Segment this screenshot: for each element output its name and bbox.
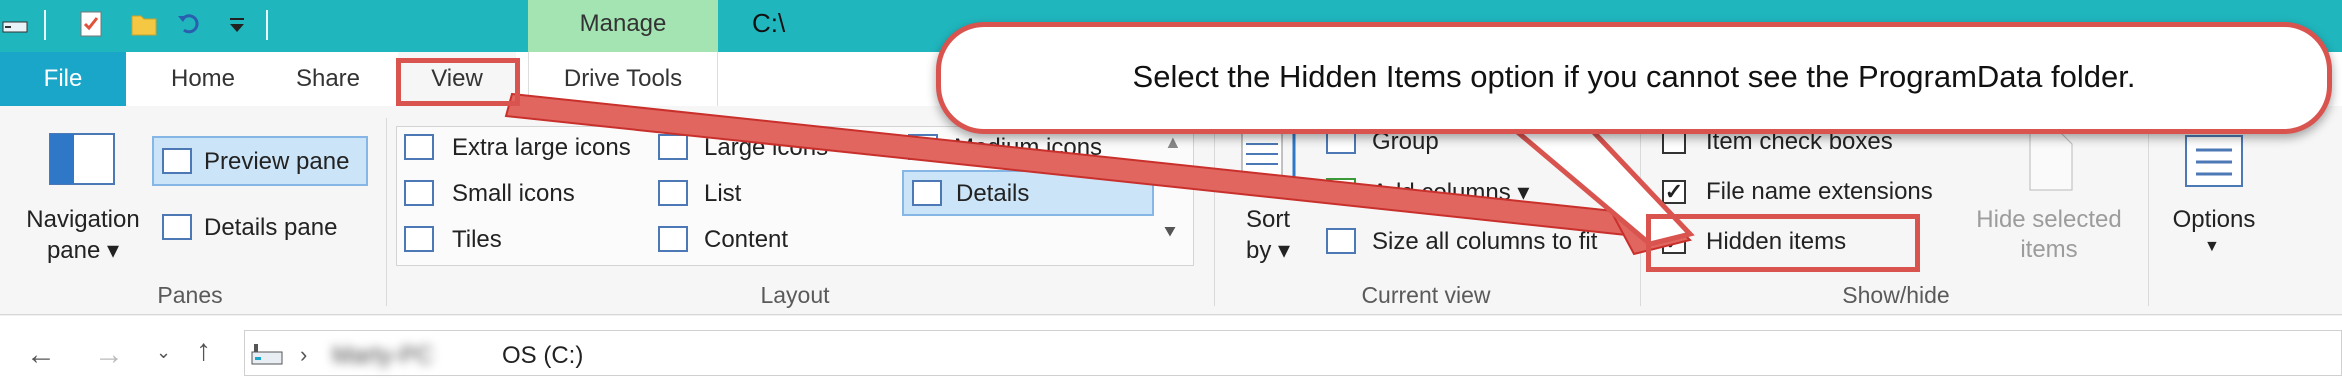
hidden-items-highlight bbox=[1646, 214, 1920, 272]
view-tab-highlight bbox=[396, 58, 520, 106]
annotation-callout: Select the Hidden Items option if you ca… bbox=[936, 22, 2332, 134]
